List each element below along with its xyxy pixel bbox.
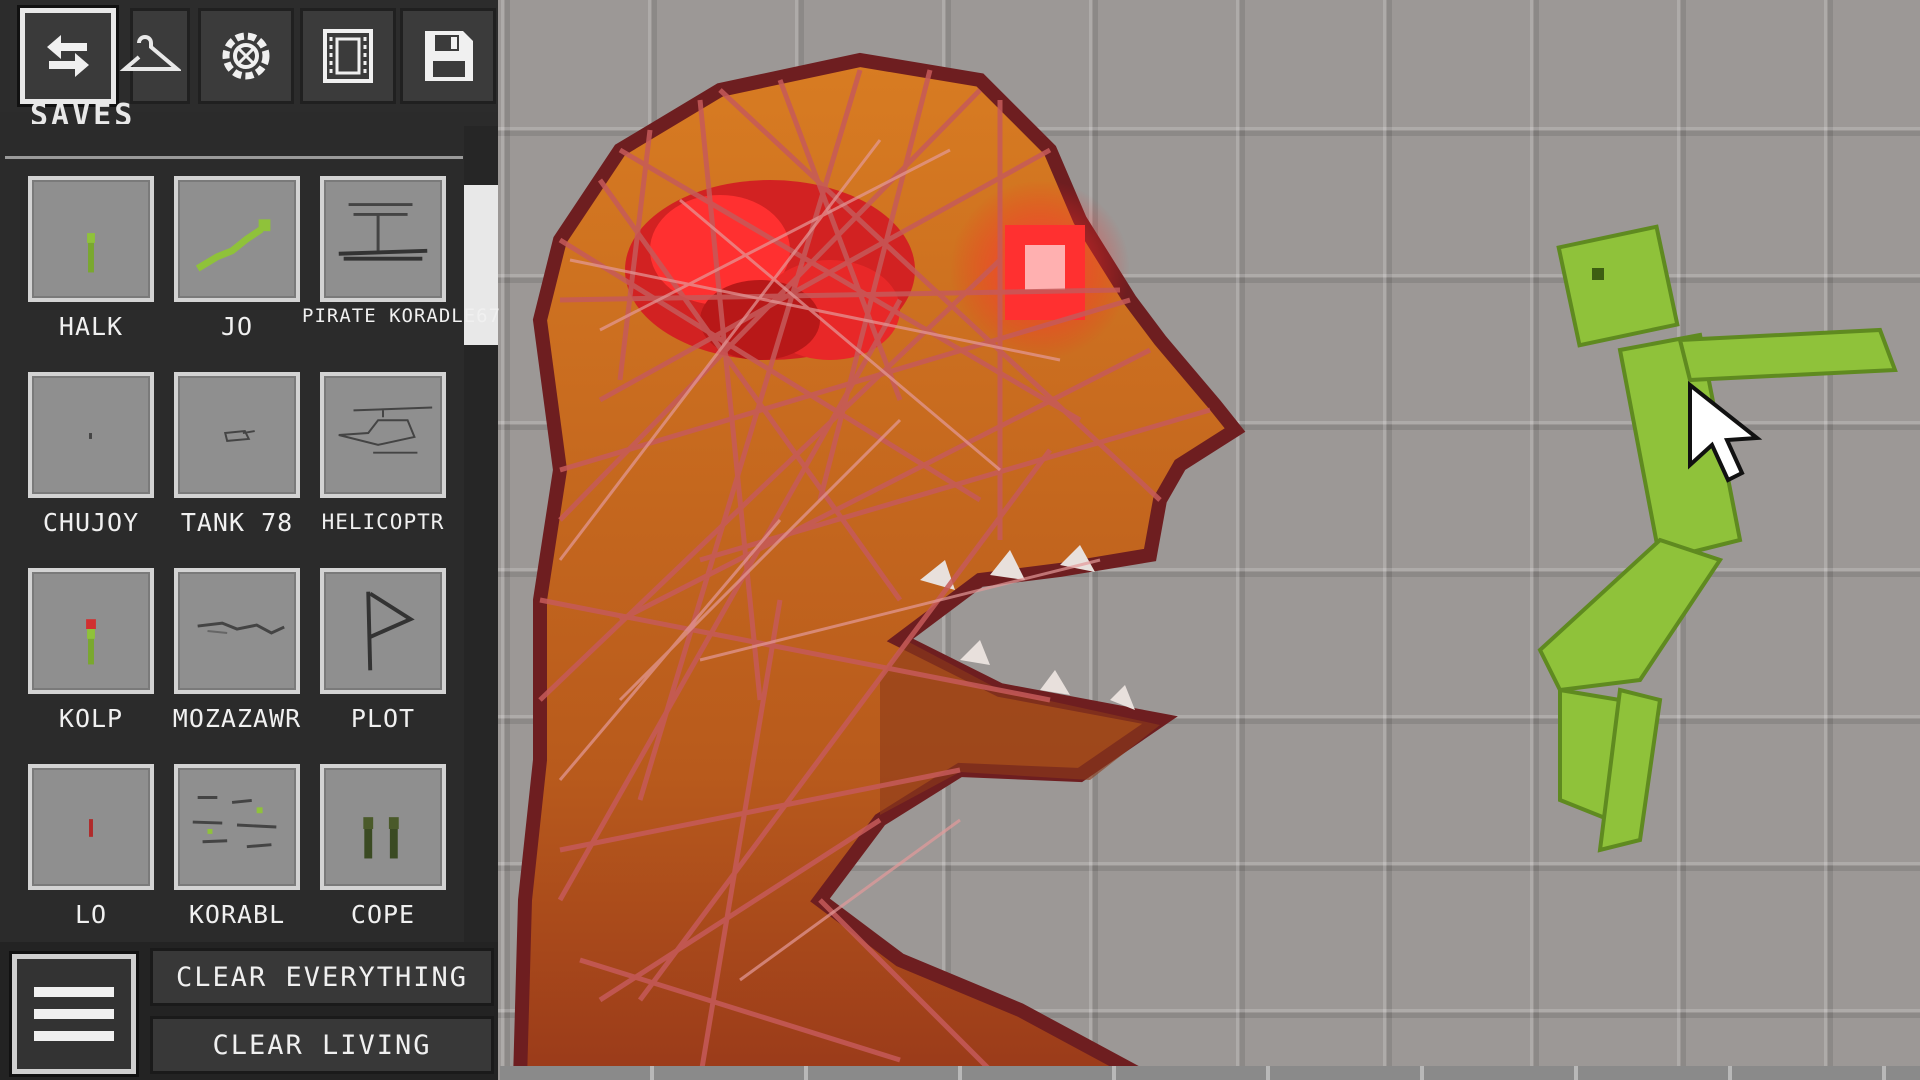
save-label: HELICOPTR [321,510,445,534]
save-item-halk[interactable]: HALK [28,176,154,366]
saves-panel: SAVES HALK JO PIRATE KORADLE67 CHUJOY TA… [0,98,500,946]
save-item-plot[interactable]: PLOT [320,568,446,758]
panel-title: SAVES [30,98,136,124]
save-label: HALK [58,312,124,341]
red-stick-icon [89,819,93,837]
film-strip-icon [323,29,373,83]
save-item-cope[interactable]: COPE [320,764,446,954]
giant-robot-head[interactable] [512,52,1246,1080]
floppy-disk-icon [425,31,473,81]
save-item-mozazawr[interactable]: MOZAZAWR [173,568,300,758]
save-thumbnail [320,764,446,890]
save-item-lo[interactable]: LO [28,764,154,954]
save-item-jo[interactable]: JO [174,176,300,366]
green-figure-icon [87,233,95,273]
save-thumbnail [320,372,446,498]
ship-icon [338,203,428,261]
save-label: CHUJOY [42,508,140,537]
tiny-dot-icon [89,433,92,439]
save-thumbnail [320,176,446,302]
hanger-icon [119,35,181,71]
brain [625,180,915,360]
scattered-debris-icon [192,796,277,849]
tank-icon [223,430,255,442]
menu-button[interactable] [9,951,139,1077]
save-thumbnail [174,176,300,302]
settings-button[interactable] [198,8,294,104]
swap-mode-button[interactable] [17,5,119,107]
floor-strip [500,1066,1920,1080]
save-thumbnail [28,372,154,498]
divider [5,156,463,159]
save-thumbnail [28,176,154,302]
save-thumbnail [174,764,300,890]
worm-icon [197,621,285,635]
clear-living-button[interactable]: CLEAR LIVING [150,1016,494,1074]
save-item-helicoptr[interactable]: HELICOPTR [320,372,446,562]
save-thumbnail [320,568,446,694]
save-thumbnail [174,372,300,498]
bottom-controls: CLEAR EVERYTHING CLEAR LIVING [0,942,498,1080]
save-thumbnail [28,764,154,890]
save-label: KORABL [188,900,286,929]
flag-icon [366,591,415,671]
two-figures-icon [363,817,399,859]
save-label: TANK 78 [180,508,294,537]
save-label: PLOT [350,704,416,733]
gear-icon [222,32,270,80]
clear-everything-button[interactable]: CLEAR EVERYTHING [150,948,494,1006]
save-item-kolp[interactable]: KOLP [28,568,154,758]
melon-ragdoll[interactable] [1537,224,1898,853]
clothing-button[interactable] [119,8,190,104]
green-crawler-icon [195,219,271,272]
hamburger-icon [34,987,114,997]
save-button[interactable] [400,8,496,104]
save-label: PIRATE KORADLE67 [302,305,502,327]
save-label: COPE [350,900,416,929]
red-head-figure-icon [86,619,96,665]
save-item-tank-78[interactable]: TANK 78 [174,372,300,562]
save-item-chujoy[interactable]: CHUJOY [28,372,154,562]
save-label: LO [74,900,108,929]
save-thumbnail [28,568,154,694]
film-strip-button[interactable] [300,8,396,104]
save-label: JO [220,312,254,341]
save-item-pirate-koradle67[interactable]: PIRATE KORADLE67 [302,176,500,366]
swap-arrows-icon [47,35,89,77]
save-item-korabl[interactable]: KORABL [174,764,300,954]
helicopter-icon [338,406,433,454]
save-label: KOLP [58,704,124,733]
save-thumbnail [174,568,300,694]
save-label: MOZAZAWR [172,704,302,733]
